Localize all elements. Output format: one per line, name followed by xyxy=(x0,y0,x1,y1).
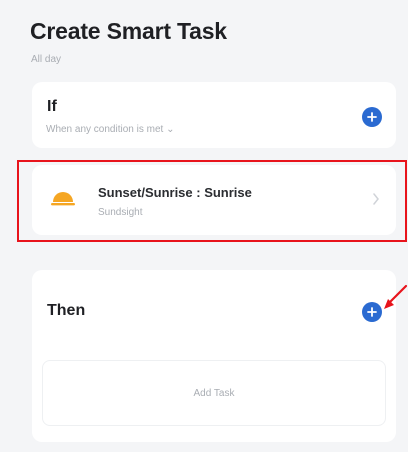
condition-subtitle: Sundsight xyxy=(98,207,143,218)
condition-item-sunrise[interactable]: Sunset/Sunrise : Sunrise Sundsight xyxy=(32,165,396,235)
condition-title: Sunset/Sunrise : Sunrise xyxy=(98,185,252,200)
page-title: Create Smart Task xyxy=(30,18,227,44)
add-action-button[interactable] xyxy=(362,302,382,322)
if-condition-mode[interactable]: When any condition is met ⌄ xyxy=(46,124,174,135)
plus-icon xyxy=(367,112,377,122)
add-condition-button[interactable] xyxy=(362,107,382,127)
chevron-down-icon: ⌄ xyxy=(166,124,175,135)
add-task-button[interactable]: Add Task xyxy=(42,360,386,426)
sunrise-icon xyxy=(51,192,75,206)
then-heading: Then xyxy=(47,302,86,319)
if-heading: If xyxy=(47,98,57,115)
page-subtitle: All day xyxy=(31,54,62,65)
plus-icon xyxy=(367,307,377,317)
if-card: If When any condition is met ⌄ xyxy=(32,82,396,148)
chevron-right-icon xyxy=(373,193,379,205)
then-card: Then Add Task xyxy=(32,270,396,442)
if-condition-mode-label: When any condition is met xyxy=(46,124,164,135)
